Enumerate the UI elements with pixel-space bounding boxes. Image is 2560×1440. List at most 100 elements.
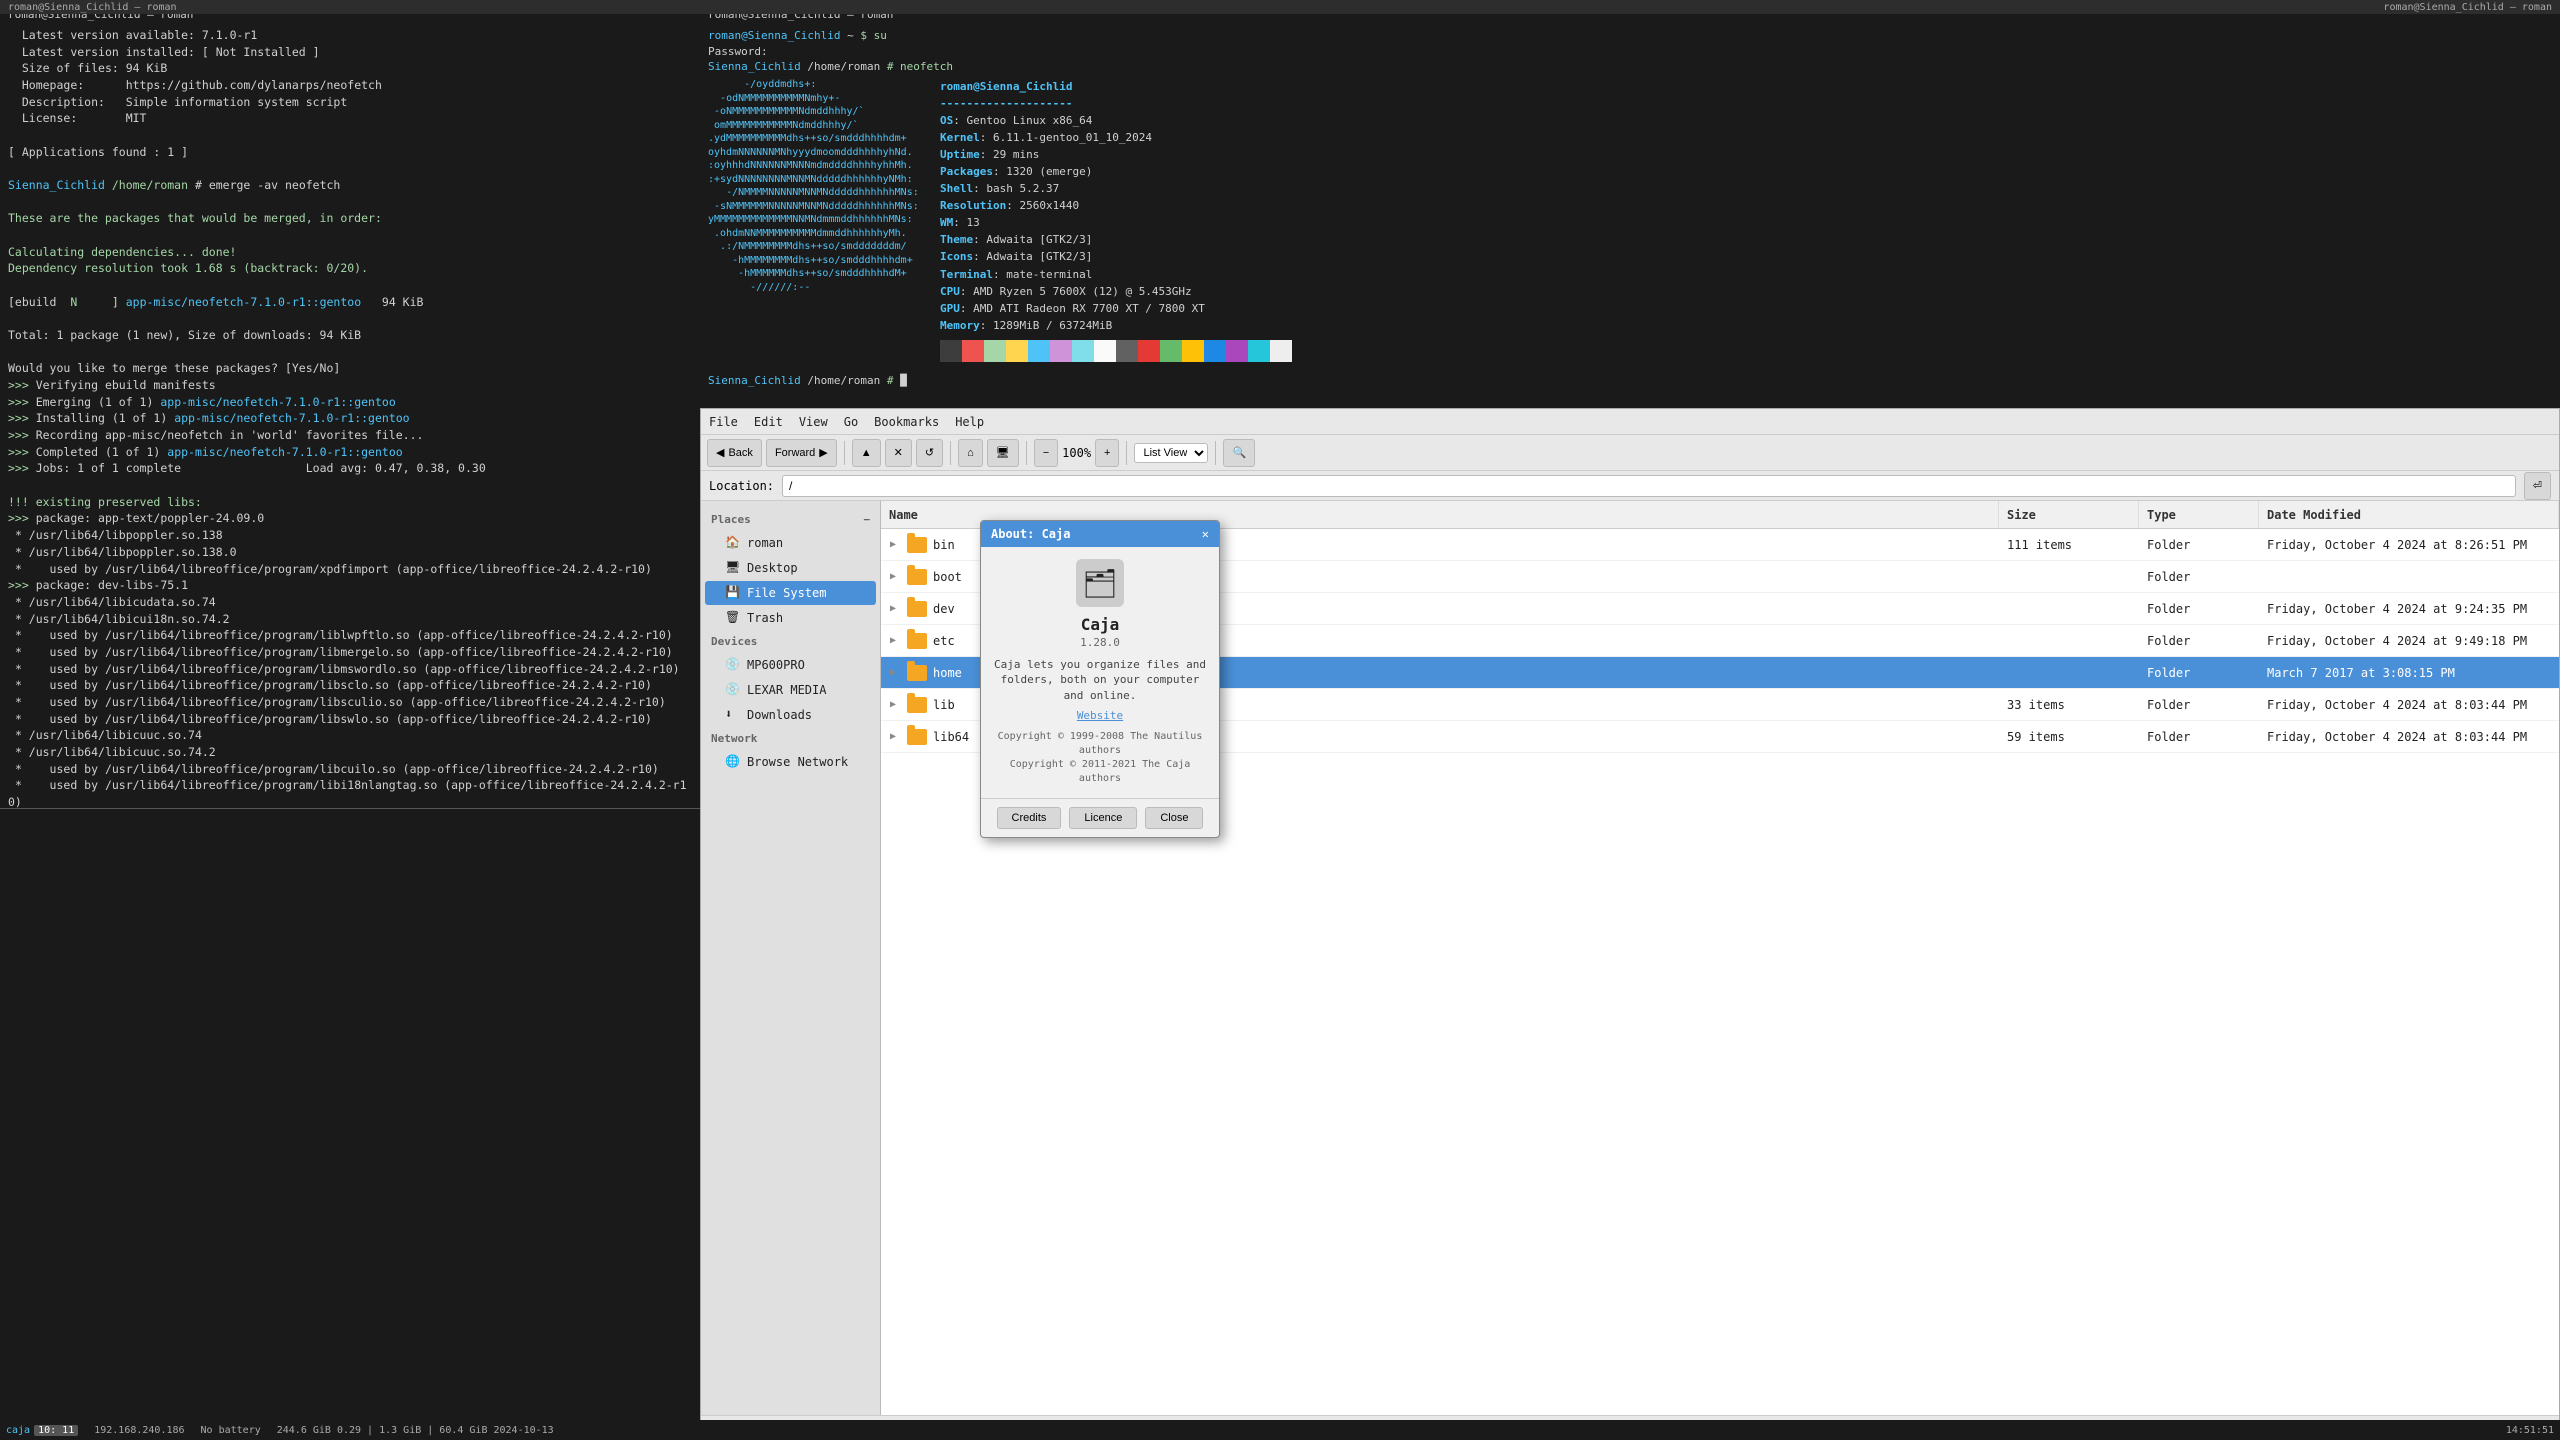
website-link[interactable]: Website — [993, 709, 1207, 722]
home-icon: 🏠 — [725, 535, 741, 551]
computer-button[interactable]: 🖥 — [987, 439, 1019, 467]
file-date: Friday, October 4 2024 at 9:24:35 PM — [2259, 602, 2559, 616]
menubar: File Edit View Go Bookmarks Help — [701, 409, 2559, 435]
places-collapse-icon[interactable]: − — [863, 513, 870, 526]
toolbar: ◀ Back Forward ▶ ▲ ✕ ↺ ⌂ 🖥 − 100% + — [701, 435, 2559, 471]
folder-icon — [905, 725, 929, 749]
dialog-close-icon[interactable]: ✕ — [1202, 527, 1209, 541]
home-icon: ⌂ — [967, 447, 974, 459]
sidebar-item-desktop[interactable]: 🖥 Desktop — [705, 556, 876, 580]
reload-icon: ↺ — [925, 446, 934, 459]
trash-icon: 🗑 — [725, 610, 741, 626]
close-button[interactable]: Close — [1145, 807, 1203, 829]
neofetch-ascii: -/oyddmdhs+: -odNMMMMMMMMMMNmhy+- -oNMMM… — [708, 78, 928, 362]
menu-go[interactable]: Go — [844, 415, 858, 429]
bb-ip: 192.168.240.186 — [94, 1425, 184, 1436]
row-expand-icon: ▶ — [881, 667, 905, 678]
about-dialog: About: Caja ✕ 🗂 Caja 1.28.0 Caja lets yo… — [980, 520, 1220, 838]
forward-icon: ▶ — [819, 446, 827, 459]
back-button[interactable]: ◀ Back — [707, 439, 762, 467]
left-terminal[interactable]: roman@Sienna_Cichlid — roman Latest vers… — [0, 0, 700, 808]
left-terminal-content: Latest version available: 7.1.0-r1 Lates… — [8, 27, 692, 808]
top-bar-left-title: roman@Sienna_Cichlid — roman — [8, 2, 177, 13]
sidebar-item-roman[interactable]: 🏠 roman — [705, 531, 876, 555]
row-expand-icon: ▶ — [881, 635, 905, 646]
drive-icon-2: 💿 — [725, 657, 741, 673]
network-header: Network — [701, 728, 880, 749]
col-header-date[interactable]: Date Modified — [2259, 501, 2559, 528]
location-go-button[interactable]: ⏎ — [2524, 472, 2551, 500]
zoom-controls: − 100% + — [1034, 439, 1120, 467]
file-type: Folder — [2139, 538, 2259, 552]
credits-button[interactable]: Credits — [997, 807, 1062, 829]
licence-button[interactable]: Licence — [1069, 807, 1137, 829]
home-button[interactable]: ⌂ — [958, 439, 983, 467]
file-size: 59 items — [1999, 730, 2139, 744]
col-header-type[interactable]: Type — [2139, 501, 2259, 528]
view-selector[interactable]: List View — [1134, 443, 1208, 463]
stop-button[interactable]: ✕ — [885, 439, 912, 467]
file-type: Folder — [2139, 634, 2259, 648]
file-date: March 7 2017 at 3:08:15 PM — [2259, 666, 2559, 680]
sidebar-item-filesystem[interactable]: 💾 File System — [705, 581, 876, 605]
file-size: 33 items — [1999, 698, 2139, 712]
places-header: Places − — [701, 509, 880, 530]
location-input[interactable] — [782, 475, 2516, 497]
network-icon: 🌐 — [725, 754, 741, 770]
folder-icon — [905, 597, 929, 621]
devices-header: Devices — [701, 631, 880, 652]
bb-battery: No battery — [201, 1425, 261, 1436]
file-type: Folder — [2139, 698, 2259, 712]
top-bar-right-title: roman@Sienna_Cichlid — roman — [2383, 2, 2552, 13]
zoom-out-button[interactable]: − — [1034, 439, 1058, 467]
folder-icon — [905, 533, 929, 557]
computer-icon: 🖥 — [996, 446, 1010, 459]
menu-bookmarks[interactable]: Bookmarks — [874, 415, 939, 429]
dialog-body: 🗂 Caja 1.28.0 Caja lets you organize fil… — [981, 547, 1219, 798]
sidebar-item-trash[interactable]: 🗑 Trash — [705, 606, 876, 630]
right-terminal[interactable]: roman@Sienna_Cichlid — roman roman@Sienn… — [700, 0, 1560, 408]
desktop-icon: 🖥 — [725, 560, 741, 576]
file-date: Friday, October 4 2024 at 8:03:44 PM — [2259, 698, 2559, 712]
up-button[interactable]: ▲ — [852, 439, 881, 467]
sidebar-item-lexar[interactable]: 💿 LEXAR MEDIA — [705, 678, 876, 702]
forward-button[interactable]: Forward ▶ — [766, 439, 837, 467]
app-name: Caja — [993, 615, 1207, 634]
sidebar-item-downloads[interactable]: ⬇ Downloads — [705, 703, 876, 727]
toolbar-separator-3 — [1026, 441, 1027, 465]
file-size: 111 items — [1999, 538, 2139, 552]
stop-icon: ✕ — [894, 446, 903, 459]
bottom-bar: caja 10: 11 192.168.240.186 No battery 2… — [0, 1420, 2560, 1440]
bb-time: 14:51:51 — [2506, 1425, 2554, 1436]
menu-file[interactable]: File — [709, 415, 738, 429]
location-bar: Location: ⏎ — [701, 471, 2559, 501]
neofetch-output: -/oyddmdhs+: -odNMMMMMMMMMMNmhy+- -oNMMM… — [708, 78, 1552, 362]
neofetch-info: roman@Sienna_Cichlid -------------------… — [928, 78, 1308, 362]
app-icon: 🗂 — [1076, 559, 1124, 607]
sidebar-item-mp600pro[interactable]: 💿 MP600PRO — [705, 653, 876, 677]
zoom-in-button[interactable]: + — [1095, 439, 1119, 467]
toolbar-separator-2 — [950, 441, 951, 465]
reload-button[interactable]: ↺ — [916, 439, 943, 467]
menu-view[interactable]: View — [799, 415, 828, 429]
toolbar-separator-4 — [1126, 441, 1127, 465]
file-type: Folder — [2139, 666, 2259, 680]
download-icon: ⬇ — [725, 707, 741, 723]
file-manager: File Edit View Go Bookmarks Help ◀ Back … — [700, 408, 2560, 1440]
row-expand-icon: ▶ — [881, 539, 905, 550]
file-date: Friday, October 4 2024 at 9:49:18 PM — [2259, 634, 2559, 648]
dialog-title: About: Caja ✕ — [981, 521, 1219, 547]
sidebar-item-browse-network[interactable]: 🌐 Browse Network — [705, 750, 876, 774]
menu-edit[interactable]: Edit — [754, 415, 783, 429]
menu-help[interactable]: Help — [955, 415, 984, 429]
col-header-size[interactable]: Size — [1999, 501, 2139, 528]
right-terminal-prompt: Sienna_Cichlid /home/roman # █ — [700, 370, 915, 391]
row-expand-icon: ▶ — [881, 699, 905, 710]
top-bar: roman@Sienna_Cichlid — roman roman@Sienn… — [0, 0, 2560, 14]
prompt-user: roman@Sienna_Cichlid — [708, 29, 840, 42]
folder-icon — [905, 629, 929, 653]
search-button[interactable]: 🔍 — [1223, 439, 1255, 467]
folder-icon — [905, 661, 929, 685]
back-icon: ◀ — [716, 446, 724, 459]
copyright-1: Copyright © 1999-2008 The Nautilus autho… — [993, 730, 1207, 758]
